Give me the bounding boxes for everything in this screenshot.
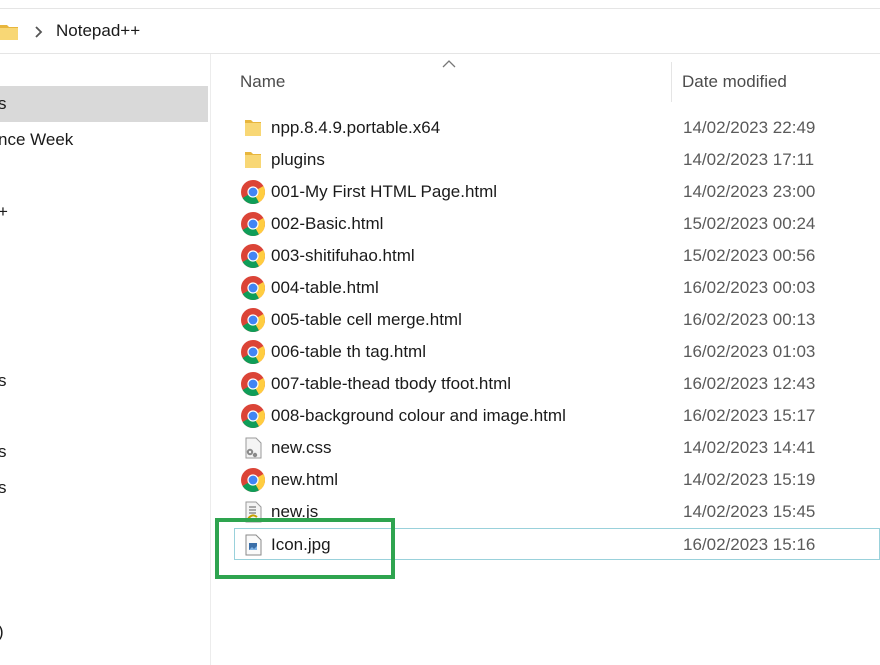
file-name[interactable]: 007-table-thead tbody tfoot.html <box>271 374 511 394</box>
file-row[interactable]: 004-table.html 16/02/2023 00:03 <box>212 272 880 304</box>
column-header-row: Name Date modified <box>212 54 880 104</box>
file-row[interactable]: 006-table th tag.html 16/02/2023 01:03 <box>212 336 880 368</box>
file-row[interactable]: 002-Basic.html 15/02/2023 00:24 <box>212 208 880 240</box>
chrome-icon <box>240 339 266 365</box>
file-row[interactable]: 003-shitifuhao.html 15/02/2023 00:56 <box>212 240 880 272</box>
chrome-icon <box>240 467 266 493</box>
file-date-modified: 14/02/2023 15:45 <box>683 502 816 521</box>
file-date-modified: 16/02/2023 15:16 <box>683 535 816 554</box>
nav-item[interactable]: s <box>0 470 208 506</box>
navigation-pane[interactable]: s nce Week + s s s ) <box>0 54 211 665</box>
file-date-modified: 14/02/2023 23:00 <box>683 182 816 201</box>
breadcrumb-current[interactable]: Notepad++ <box>56 21 140 41</box>
chrome-icon <box>240 275 266 301</box>
nav-item[interactable]: nce Week <box>0 122 208 158</box>
file-row[interactable]: 001-My First HTML Page.html 14/02/2023 23… <box>212 176 880 208</box>
folder-icon <box>240 147 266 173</box>
file-name[interactable]: 004-table.html <box>271 278 379 298</box>
file-date-modified: 14/02/2023 17:11 <box>683 150 815 169</box>
chrome-icon <box>240 403 266 429</box>
file-row[interactable]: new.html 14/02/2023 15:19 <box>212 464 880 496</box>
file-date-modified: 14/02/2023 14:41 <box>683 438 816 457</box>
nav-item[interactable]: + <box>0 194 208 230</box>
address-bar[interactable]: Notepad++ <box>0 9 880 54</box>
window-top-edge <box>0 0 880 9</box>
file-name[interactable]: new.html <box>271 470 338 490</box>
nav-item[interactable]: s <box>0 434 208 470</box>
file-name[interactable]: plugins <box>271 150 325 170</box>
file-date-modified: 16/02/2023 01:03 <box>683 342 816 361</box>
file-name[interactable]: new.css <box>271 438 331 458</box>
file-date-modified: 16/02/2023 12:43 <box>683 374 816 393</box>
file-date-modified: 15/02/2023 00:24 <box>683 214 816 233</box>
file-row[interactable]: plugins 14/02/2023 17:11 <box>212 144 880 176</box>
chrome-icon <box>240 211 266 237</box>
file-name[interactable]: 006-table th tag.html <box>271 342 426 362</box>
column-divider[interactable] <box>671 62 672 102</box>
sort-ascending-icon <box>442 56 456 68</box>
file-date-modified: 16/02/2023 00:03 <box>683 278 816 297</box>
file-row[interactable]: 007-table-thead tbody tfoot.html 16/02/20… <box>212 368 880 400</box>
file-date-modified: 16/02/2023 00:13 <box>683 310 816 329</box>
column-header-name[interactable]: Name <box>240 72 285 92</box>
column-header-date-modified[interactable]: Date modified <box>682 72 787 92</box>
file-name[interactable]: npp.8.4.9.portable.x64 <box>271 118 440 138</box>
file-name[interactable]: 008-background colour and image.html <box>271 406 566 426</box>
nav-item[interactable]: s <box>0 363 208 399</box>
css-file-icon <box>240 435 266 461</box>
file-row[interactable]: new.css 14/02/2023 14:41 <box>212 432 880 464</box>
file-date-modified: 14/02/2023 22:49 <box>683 118 816 137</box>
file-name[interactable]: 005-table cell merge.html <box>271 310 462 330</box>
file-name[interactable]: 001-My First HTML Page.html <box>271 182 497 202</box>
chrome-icon <box>240 371 266 397</box>
nav-item[interactable]: s <box>0 86 208 122</box>
file-row[interactable]: 005-table cell merge.html 16/02/2023 00:1… <box>212 304 880 336</box>
file-date-modified: 14/02/2023 15:19 <box>683 470 816 489</box>
folder-icon <box>240 115 266 141</box>
file-date-modified: 16/02/2023 15:17 <box>683 406 816 425</box>
file-row[interactable]: npp.8.4.9.portable.x64 14/02/2023 22:49 <box>212 112 880 144</box>
file-name[interactable]: 003-shitifuhao.html <box>271 246 415 266</box>
chrome-icon <box>240 179 266 205</box>
file-name[interactable]: 002-Basic.html <box>271 214 383 234</box>
file-date-modified: 15/02/2023 00:56 <box>683 246 816 265</box>
nav-item[interactable]: ) <box>0 614 208 650</box>
folder-icon <box>0 22 18 47</box>
highlight-annotation-box <box>215 518 395 579</box>
chevron-right-icon[interactable] <box>33 24 45 45</box>
chrome-icon <box>240 307 266 333</box>
file-row[interactable]: 008-background colour and image.html 16/0… <box>212 400 880 432</box>
chrome-icon <box>240 243 266 269</box>
